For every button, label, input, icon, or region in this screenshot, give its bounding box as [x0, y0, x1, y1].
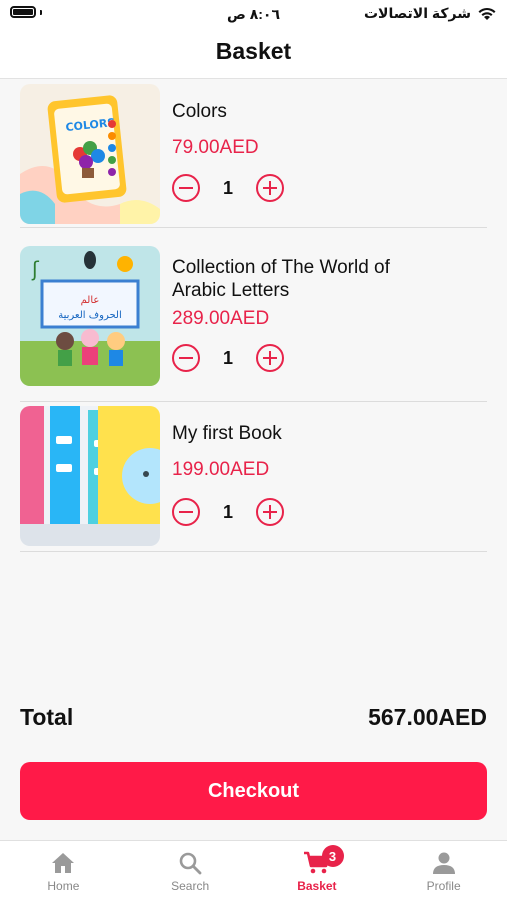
product-name[interactable]: My first Book	[172, 422, 432, 445]
product-price: 79.00AED	[172, 137, 259, 158]
increase-quantity-button[interactable]	[256, 344, 284, 372]
wifi-icon	[478, 7, 496, 20]
quantity-stepper: 1	[172, 498, 284, 526]
page-header: Basket	[0, 30, 507, 79]
product-price: 289.00AED	[172, 308, 270, 329]
basket-list: COLORS Colors 79.00AED 1 عالم الحروف الع…	[20, 82, 487, 552]
product-image[interactable]	[20, 406, 160, 546]
decrease-quantity-button[interactable]	[172, 344, 200, 372]
decrease-quantity-button[interactable]	[172, 174, 200, 202]
product-image[interactable]: عالم الحروف العربية ʃ	[20, 246, 160, 386]
increase-quantity-button[interactable]	[256, 498, 284, 526]
profile-icon	[432, 852, 455, 874]
product-image[interactable]: COLORS	[20, 84, 160, 224]
basket-item: My first Book 199.00AED 1	[20, 402, 487, 552]
first-book-image	[20, 406, 160, 546]
svg-text:ʃ: ʃ	[31, 257, 40, 281]
increase-quantity-button[interactable]	[256, 174, 284, 202]
status-bar: ٨:٠٦ ص شركة الاتصالات	[0, 0, 507, 30]
total-row: Total 567.00AED	[20, 704, 487, 731]
bottom-tab-bar: Home Search 3 Basket Profile	[0, 840, 507, 901]
basket-item: COLORS Colors 79.00AED 1	[20, 82, 487, 228]
arabic-letters-book-image: عالم الحروف العربية ʃ	[20, 246, 160, 386]
home-icon	[52, 853, 75, 873]
quantity-value: 1	[222, 177, 233, 198]
colors-book-image: COLORS	[20, 84, 160, 224]
search-icon	[179, 852, 202, 875]
carrier-name: شركة الاتصالات	[363, 5, 471, 21]
tab-profile[interactable]: Profile	[380, 841, 507, 901]
quantity-stepper: 1	[172, 174, 284, 202]
cart-count-badge: 3	[321, 845, 344, 867]
decrease-quantity-button[interactable]	[172, 498, 200, 526]
tab-home[interactable]: Home	[0, 841, 127, 901]
tab-search[interactable]: Search	[127, 841, 254, 901]
checkout-button[interactable]: Checkout	[20, 762, 487, 820]
svg-text:الحروف العربية: الحروف العربية	[58, 310, 122, 321]
page-title: Basket	[215, 38, 292, 64]
svg-text:عالم: عالم	[81, 295, 100, 306]
tab-label: Home	[47, 879, 80, 893]
quantity-value: 1	[222, 501, 233, 522]
tab-basket[interactable]: 3 Basket	[254, 841, 381, 901]
total-value: 567.00AED	[368, 704, 487, 730]
total-label: Total	[20, 704, 74, 730]
tab-label: Profile	[426, 879, 461, 893]
quantity-value: 1	[222, 347, 233, 368]
quantity-stepper: 1	[172, 344, 284, 372]
basket-item: عالم الحروف العربية ʃ Collection of The …	[20, 228, 487, 402]
product-name[interactable]: Colors	[172, 100, 432, 123]
product-price: 199.00AED	[172, 459, 270, 480]
tab-label: Basket	[297, 879, 337, 893]
tab-label: Search	[171, 879, 210, 893]
product-name[interactable]: Collection of The World of Arabic Letter…	[172, 256, 432, 302]
